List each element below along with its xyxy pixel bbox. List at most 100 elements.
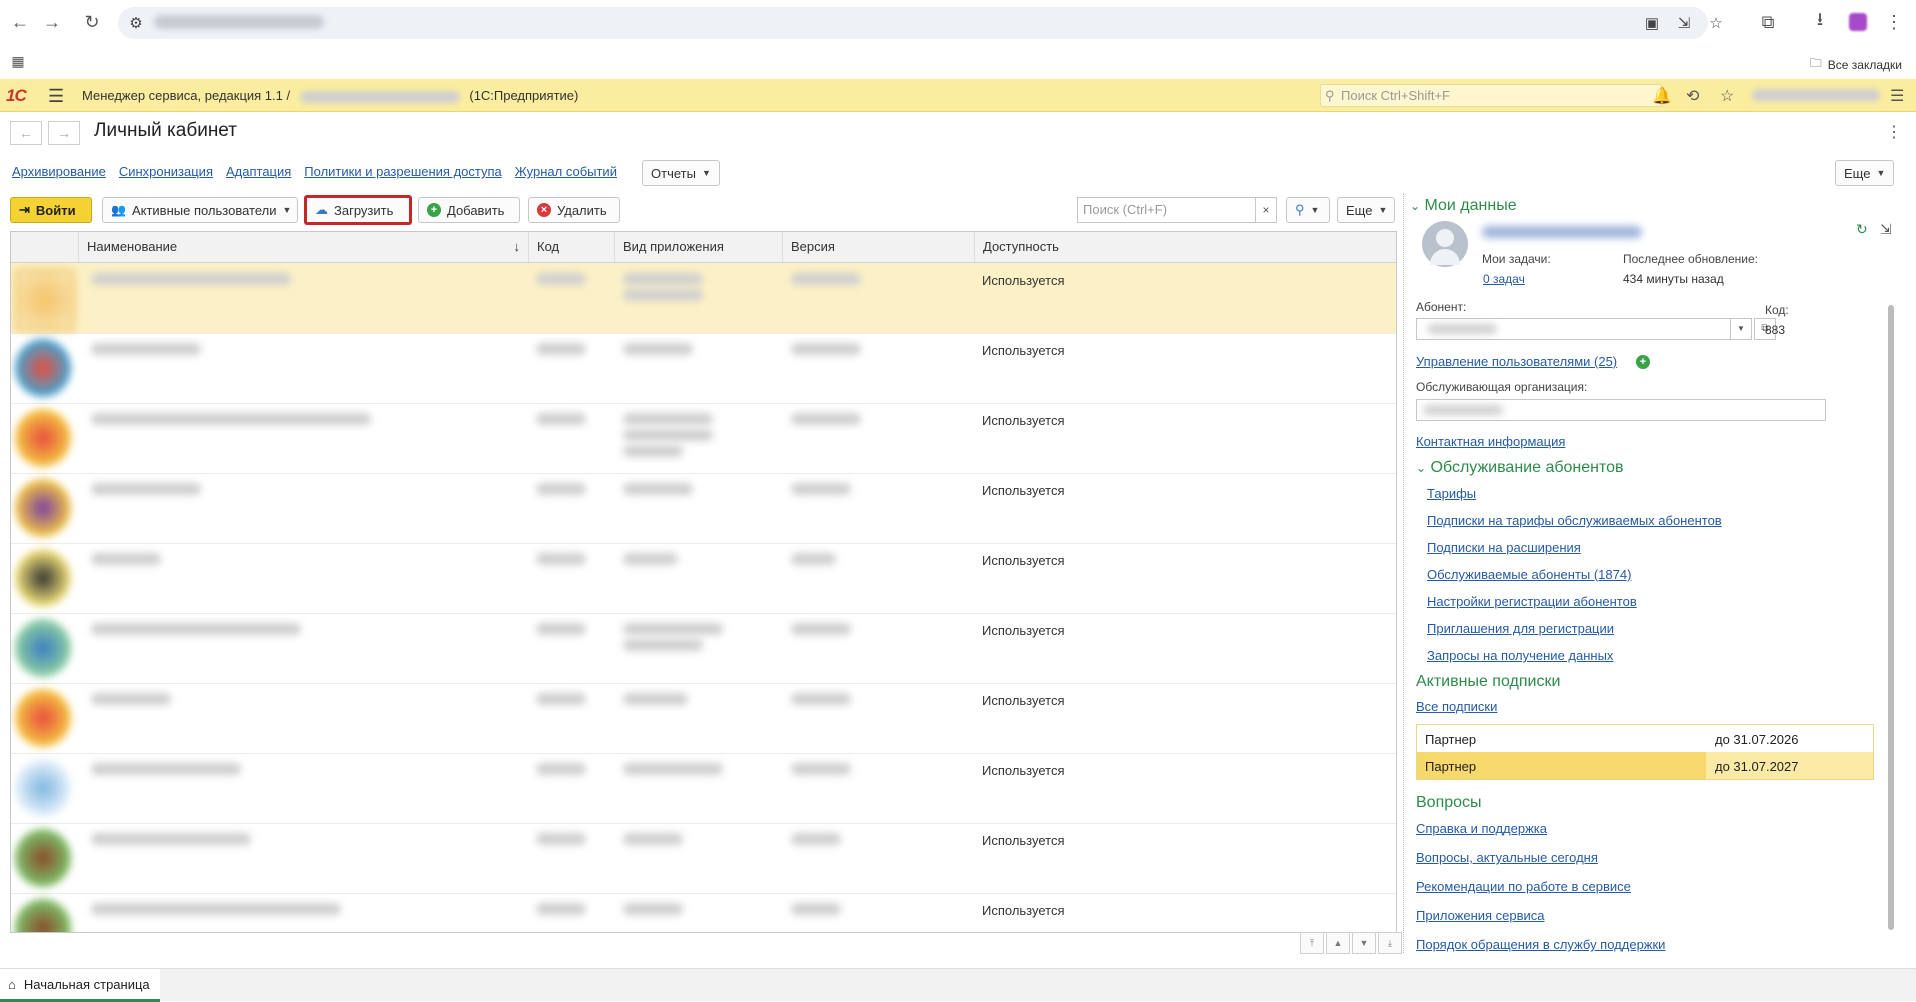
link-event-log[interactable]: Журнал событий [515, 164, 617, 179]
scroll-bottom-icon[interactable]: ⤓ [1378, 932, 1402, 954]
column-header-version[interactable]: Версия [782, 232, 974, 262]
table-row[interactable]: Используется [11, 473, 1396, 544]
table-row[interactable]: Используется [11, 893, 1396, 932]
home-icon: ⌂ [8, 976, 16, 992]
delete-button[interactable]: × Удалить [528, 197, 620, 223]
sort-arrow-icon[interactable]: ↓ [514, 232, 521, 262]
served-subscribers-link[interactable]: Обслуживаемые абоненты (1874) [1427, 567, 1631, 582]
availability-value: Используется [982, 483, 1065, 498]
today-questions-link[interactable]: Вопросы, актуальные сегодня [1416, 850, 1598, 865]
add-user-icon[interactable]: + [1636, 353, 1650, 369]
contact-info-link[interactable]: Контактная информация [1416, 434, 1565, 449]
address-url-blurred [154, 15, 324, 29]
search-icon: ⚲ [1295, 202, 1305, 217]
active-users-dropdown[interactable]: 👥 Активные пользователи ▼ [102, 197, 298, 223]
scroll-up-icon[interactable]: ▲ [1326, 932, 1350, 954]
back-icon[interactable]: ← [8, 10, 32, 34]
nav-back-button[interactable]: ← [10, 121, 42, 145]
exit-icon[interactable]: ⇲ [1880, 221, 1892, 238]
notifications-bell-icon[interactable]: 🔔 [1652, 86, 1672, 106]
avatar [1422, 221, 1468, 267]
app-thumbnail [15, 689, 71, 747]
apps-grid-icon[interactable]: ▦ [6, 49, 30, 73]
more-button[interactable]: Еще ▼ [1337, 197, 1395, 223]
recommendations-link[interactable]: Рекомендации по работе в сервисе [1416, 879, 1631, 894]
tariffs-link[interactable]: Тарифы [1427, 486, 1476, 501]
bookmark-star-icon[interactable]: ☆ [1706, 13, 1726, 33]
table-row[interactable]: Используется [11, 263, 1396, 334]
current-user-blurred[interactable] [1752, 89, 1880, 101]
tariff-subscriptions-link[interactable]: Подписки на тарифы обслуживаемых абонент… [1427, 513, 1722, 528]
history-icon[interactable]: ⟲ [1686, 86, 1699, 106]
more-top-button[interactable]: Еще ▼ [1835, 160, 1895, 186]
availability-value: Используется [982, 553, 1065, 568]
chevron-down-icon[interactable]: ▼ [1730, 319, 1751, 339]
table-row[interactable]: Партнер до 31.07.2027 [1417, 752, 1873, 779]
registration-settings-link[interactable]: Настройки регистрации абонентов [1427, 594, 1637, 609]
scroll-top-icon[interactable]: ⤒ [1300, 932, 1324, 954]
link-access-policies[interactable]: Политики и разрешения доступа [304, 164, 501, 179]
data-requests-link[interactable]: Запросы на получение данных [1427, 648, 1613, 663]
table-row[interactable]: Используется [11, 543, 1396, 614]
main-menu-icon[interactable]: ☰ [48, 86, 64, 107]
service-apps-link[interactable]: Приложения сервиса [1416, 908, 1545, 923]
my-data-header[interactable]: ⌄ Мои данные [1410, 197, 1517, 215]
extension-subscriptions-link[interactable]: Подписки на расширения [1427, 540, 1581, 555]
address-bar[interactable]: ⚙ ▣ ⇲ ☆ [118, 7, 1723, 39]
availability-value: Используется [982, 763, 1065, 778]
global-search-input[interactable]: ⚲ Поиск Ctrl+Shift+F [1320, 84, 1662, 107]
site-info-icon[interactable]: ⚙ [126, 13, 146, 33]
invitations-link[interactable]: Приглашения для регистрации [1427, 621, 1614, 636]
help-support-link[interactable]: Справка и поддержка [1416, 821, 1547, 836]
table-row[interactable]: Партнер до 31.07.2026 [1417, 725, 1873, 752]
my-tasks-link[interactable]: 0 задач [1483, 272, 1525, 286]
chevron-down-icon: ⌄ [1410, 199, 1421, 213]
table-row[interactable]: Используется [11, 683, 1396, 754]
reload-icon[interactable]: ↻ [80, 10, 104, 34]
link-archiving[interactable]: Архивирование [12, 164, 106, 179]
subscriber-field[interactable]: ▼ [1416, 318, 1752, 340]
search-options-button[interactable]: ⚲ ▼ [1286, 197, 1330, 223]
favorites-star-icon[interactable]: ☆ [1720, 86, 1734, 106]
panel-divider[interactable] [1403, 193, 1405, 953]
table-row[interactable]: Используется [11, 403, 1396, 474]
service-org-field[interactable] [1416, 399, 1826, 421]
download-icon[interactable]: ⭳ [1808, 9, 1832, 34]
extensions-icon[interactable]: ⧉ [1756, 10, 1780, 34]
clear-search-icon[interactable]: × [1255, 198, 1276, 222]
manage-users-link[interactable]: Управление пользователями (25) [1416, 354, 1617, 369]
more-options-icon[interactable]: ⋮ [1886, 122, 1902, 142]
link-sync[interactable]: Синхронизация [119, 164, 213, 179]
table-row[interactable]: Используется [11, 613, 1396, 684]
reports-dropdown[interactable]: Отчеты ▼ [642, 160, 720, 186]
column-header-app-type[interactable]: Вид приложения [614, 232, 782, 262]
column-header-code[interactable]: Код [528, 232, 614, 262]
column-header-availability[interactable]: Доступность [974, 232, 1396, 262]
add-button[interactable]: + Добавить [418, 197, 520, 223]
user-name-blurred[interactable] [1482, 226, 1642, 238]
panel-scrollbar[interactable] [1888, 305, 1894, 930]
all-bookmarks[interactable]: 🗀 Все закладки [1810, 54, 1902, 75]
support-procedure-link[interactable]: Порядок обращения в службу поддержки [1416, 937, 1665, 952]
profile-avatar[interactable] [1846, 10, 1870, 34]
service-header[interactable]: ⌄ Обслуживание абонентов [1416, 459, 1624, 477]
table-row[interactable]: Используется [11, 823, 1396, 894]
login-button[interactable]: ⇥ Войти [10, 197, 92, 223]
nav-forward-button[interactable]: → [48, 121, 80, 145]
settings-menu-icon[interactable]: ☰ [1890, 86, 1904, 106]
table-row[interactable]: Используется [11, 753, 1396, 824]
chevron-down-icon: ▼ [1876, 168, 1886, 178]
install-icon[interactable]: ⇲ [1674, 13, 1694, 33]
refresh-icon[interactable]: ↻ [1856, 221, 1868, 238]
scroll-down-icon[interactable]: ▼ [1352, 932, 1376, 954]
table-row[interactable]: Используется [11, 333, 1396, 404]
forward-icon[interactable]: → [40, 10, 64, 34]
tab-home[interactable]: ⌂ Начальная страница [0, 969, 160, 1002]
browser-menu-icon[interactable]: ⋮ [1882, 10, 1906, 34]
upload-button[interactable]: ☁ Загрузить [304, 195, 412, 225]
table-search-input[interactable]: Поиск (Ctrl+F) × [1077, 197, 1277, 223]
all-subs-link[interactable]: Все подписки [1416, 699, 1497, 714]
link-adaptation[interactable]: Адаптация [226, 164, 291, 179]
column-header-name[interactable]: Наименование ↓ [78, 232, 528, 262]
clipboard-icon[interactable]: ▣ [1642, 13, 1662, 33]
